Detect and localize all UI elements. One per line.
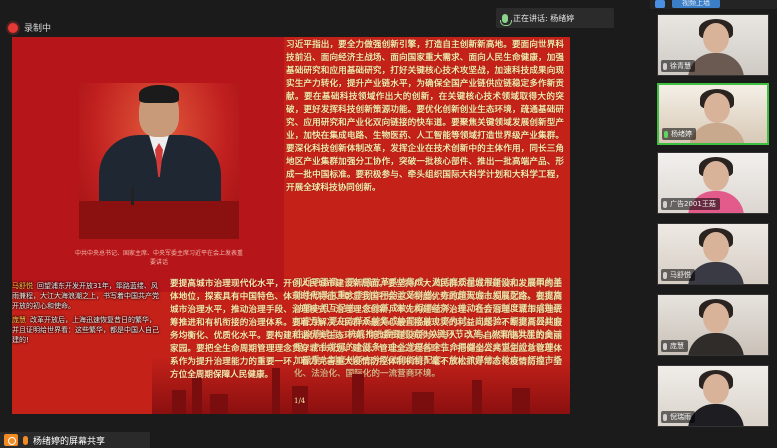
building bbox=[272, 368, 280, 414]
speaking-indicator: 正在讲话: 杨绪婷 bbox=[496, 8, 614, 28]
participant-face bbox=[703, 23, 729, 53]
shared-slide: 中共中央总书记、国家主席、中央军委主席习近平在会上发表重要讲话 习近平指出，要全… bbox=[12, 37, 570, 414]
building bbox=[352, 374, 364, 414]
chat-message: 庞慧 改革开放后，上海迅速恢复昔日的繁华，并且证明给世界看：这些繁华，都是中国人自… bbox=[12, 315, 160, 345]
meeting-window: 录制中 正在讲话: 杨绪婷 视频上墙 中共中央总书记、国家主席、中央军委主席习近… bbox=[0, 0, 777, 448]
speaking-label: 正在讲话: 杨绪婷 bbox=[513, 13, 575, 23]
building bbox=[472, 380, 482, 414]
chat-sender: 庞慧 bbox=[12, 316, 26, 324]
microphone-icon bbox=[663, 62, 667, 70]
participant-face bbox=[703, 232, 729, 262]
building bbox=[512, 388, 530, 414]
microphone-stand bbox=[131, 187, 134, 205]
skyline-graphic bbox=[152, 357, 570, 414]
participant-tile[interactable]: 庞慧 bbox=[657, 294, 769, 356]
participant-name-tag: 徐青慧 bbox=[661, 60, 695, 72]
slide-page-number: 1/4 bbox=[294, 397, 306, 405]
microphone-icon bbox=[664, 130, 668, 138]
microphone-icon bbox=[663, 271, 667, 279]
microphone-icon bbox=[663, 200, 667, 208]
participant-name-tag: 倪瑞雨 bbox=[661, 411, 695, 423]
person-hair bbox=[139, 85, 179, 103]
participant-face bbox=[703, 374, 729, 404]
participant-face bbox=[704, 93, 730, 123]
speaker-photo bbox=[79, 83, 239, 239]
microphone-icon bbox=[663, 413, 667, 421]
grid-view-icon[interactable] bbox=[655, 0, 665, 8]
slide-photo: 中共中央总书记、国家主席、中央军委主席习近平在会上发表重要讲话 bbox=[12, 37, 284, 292]
participant-tile[interactable]: 倪瑞雨 bbox=[657, 365, 769, 427]
chat-text: 回望浦东开发开放31年，筚路蓝缕、风雨兼程，大江大海浪潮之上，书写着中国共产党开… bbox=[12, 282, 159, 310]
building bbox=[412, 392, 434, 414]
video-wall-button[interactable]: 视频上墙 bbox=[672, 0, 720, 8]
microphone-icon bbox=[23, 435, 28, 445]
participant-name-tag: 庞慧 bbox=[661, 340, 688, 352]
participant-name: 倪瑞雨 bbox=[670, 413, 691, 421]
screen-share-icon bbox=[4, 434, 18, 446]
building bbox=[172, 390, 186, 414]
photo-caption: 中共中央总书记、国家主席、中央军委主席习近平在会上发表重要讲话 bbox=[74, 250, 243, 266]
chat-sender: 马舒悦 bbox=[12, 282, 33, 290]
chat-overlay: 马舒悦 回望浦东开发开放31年，筚路蓝缕、风雨兼程，大江大海浪潮之上，书写着中国共… bbox=[12, 281, 160, 349]
participant-name: 徐青慧 bbox=[670, 62, 691, 70]
participant-name: 杨绪婷 bbox=[671, 130, 692, 138]
participant-name: 马舒悦 bbox=[670, 271, 691, 279]
participant-tile[interactable]: 徐青慧 bbox=[657, 14, 769, 76]
participant-name-tag: 杨绪婷 bbox=[662, 128, 696, 140]
participant-name-tag: 广告2001王菇 bbox=[661, 198, 720, 210]
slide-paragraph-1: 习近平指出，要全力做强创新引擎，打造自主创新新高地。要面向世界科技前沿、面向经济… bbox=[286, 40, 564, 193]
building bbox=[192, 378, 202, 414]
chat-message: 马舒悦 回望浦东开发开放31年，筚路蓝缕、风雨兼程，大江大海浪潮之上，书写着中国共… bbox=[12, 281, 160, 311]
podium-desk bbox=[79, 201, 239, 239]
participant-name: 广告2001王菇 bbox=[670, 200, 716, 208]
screen-share-label: 杨绪婷的屏幕共享 bbox=[33, 436, 106, 447]
participant-name-tag: 马舒悦 bbox=[661, 269, 695, 281]
building bbox=[210, 394, 228, 414]
recording-label: 录制中 bbox=[24, 24, 52, 34]
participant-face bbox=[703, 303, 729, 333]
participant-tile[interactable]: 广告2001王菇 bbox=[657, 152, 769, 214]
recording-indicator[interactable]: 录制中 bbox=[8, 21, 51, 34]
record-icon bbox=[8, 22, 18, 33]
chat-text: 改革开放后，上海迅速恢复昔日的繁华，并且证明给世界看：这些繁华，都是中国人自己建… bbox=[12, 316, 159, 344]
participant-tile[interactable]: 马舒悦 bbox=[657, 223, 769, 285]
microphone-icon bbox=[663, 342, 667, 350]
participant-tile-active[interactable]: 杨绪婷 bbox=[657, 83, 769, 145]
participant-face bbox=[703, 161, 729, 191]
microphone-icon bbox=[500, 13, 512, 26]
participant-name: 庞慧 bbox=[670, 342, 684, 350]
screen-share-bar[interactable]: 杨绪婷的屏幕共享 bbox=[0, 432, 150, 448]
